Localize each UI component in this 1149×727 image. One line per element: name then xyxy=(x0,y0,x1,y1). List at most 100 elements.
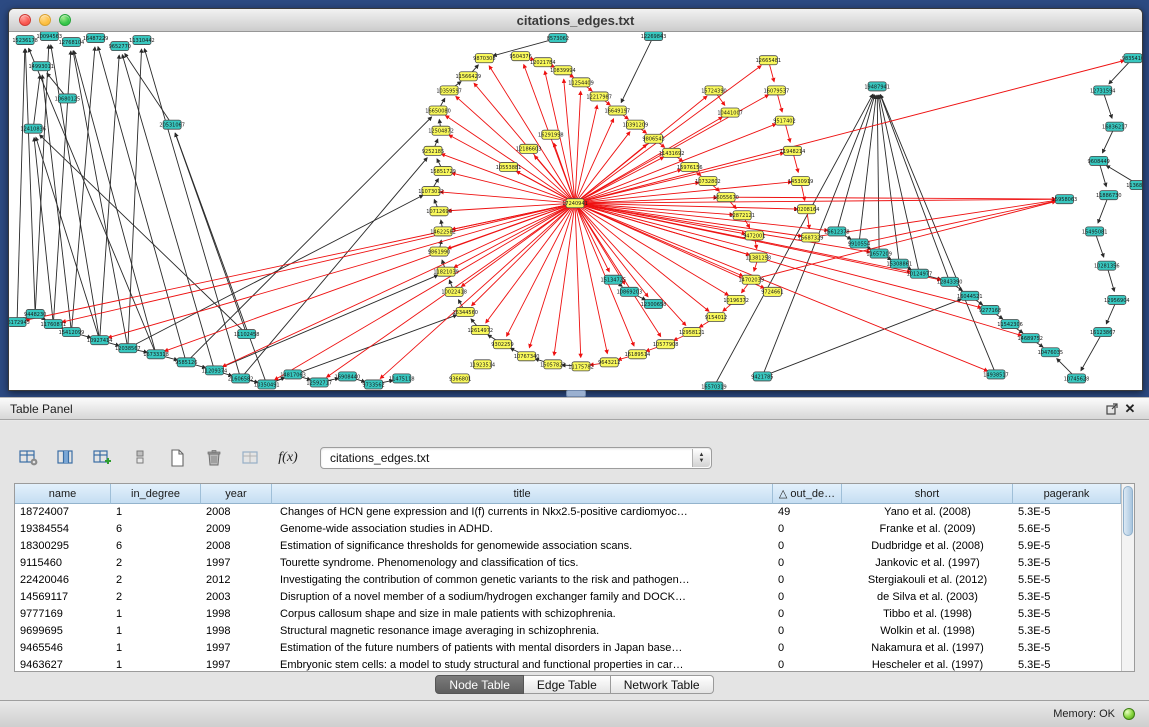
graph-node[interactable]: 14938517 xyxy=(983,370,1009,379)
graph-node[interactable]: 9835410 xyxy=(1122,54,1142,63)
graph-edge[interactable] xyxy=(128,195,423,348)
graph-node[interactable]: 11368292 xyxy=(1126,181,1142,190)
graph-node[interactable]: 9861990 xyxy=(428,247,450,256)
graph-edge[interactable] xyxy=(575,203,941,280)
graph-node[interactable]: 16487229 xyxy=(83,34,109,43)
graph-edge[interactable] xyxy=(621,36,653,102)
graph-node[interactable]: 14689752 xyxy=(1017,334,1043,343)
graph-node[interactable]: 10124977 xyxy=(907,269,933,278)
graph-node[interactable]: 11381258 xyxy=(746,253,772,262)
graph-node[interactable]: 12768104 xyxy=(59,38,85,47)
graph-node[interactable]: 11254409 xyxy=(568,78,594,87)
graph-node[interactable]: 10350491 xyxy=(254,380,280,389)
graph-node[interactable]: 12956904 xyxy=(1104,295,1130,304)
graph-node[interactable]: 15057822 xyxy=(540,360,566,369)
graph-node[interactable]: 9870308 xyxy=(473,54,495,63)
graph-node[interactable]: 14817063 xyxy=(280,370,306,379)
graph-node[interactable]: 10927414 xyxy=(87,336,113,345)
graph-edge[interactable] xyxy=(35,45,49,314)
graph-node[interactable]: 10767340 xyxy=(514,352,540,361)
graph-node[interactable]: 12038567 xyxy=(115,344,141,353)
minimize-window-button[interactable] xyxy=(39,14,51,26)
graph-node[interactable]: 15958063 xyxy=(1052,195,1078,204)
graph-edge[interactable] xyxy=(440,192,575,203)
graph-edge[interactable] xyxy=(175,133,247,334)
graph-node[interactable]: 9252185 xyxy=(422,146,444,155)
graph-edge[interactable] xyxy=(108,203,575,337)
graph-edge[interactable] xyxy=(452,173,575,203)
graph-edge[interactable] xyxy=(575,157,664,203)
graph-node[interactable]: 17240941 xyxy=(562,199,588,208)
graph-edge[interactable] xyxy=(29,48,156,354)
graph-edge[interactable] xyxy=(516,171,575,203)
close-panel-icon[interactable]: ✕ xyxy=(1121,401,1139,417)
graph-edge[interactable] xyxy=(51,45,100,340)
graph-node[interactable]: 12021784 xyxy=(530,58,556,67)
graph-node[interactable]: 10712690 xyxy=(426,207,452,216)
graph-edge[interactable] xyxy=(122,55,214,371)
graph-edge[interactable] xyxy=(36,137,100,340)
table-row[interactable]: 1456911722003Disruption of a novel membe… xyxy=(15,589,1134,606)
tab-edge-table[interactable]: Edge Table xyxy=(524,675,611,694)
network-canvas[interactable]: 1724094195043761202178410839994112544091… xyxy=(9,32,1142,391)
graph-node[interactable]: 15495081 xyxy=(1082,227,1108,236)
graph-edge[interactable] xyxy=(762,299,961,376)
column-header-in_degree[interactable]: in_degree xyxy=(111,484,201,504)
graph-node[interactable]: 11431692 xyxy=(659,148,685,157)
graph-node[interactable]: 16189514 xyxy=(625,350,651,359)
table-row[interactable]: 1872400712008Changes of HCN gene express… xyxy=(15,504,1134,521)
graph-edge[interactable] xyxy=(17,49,25,322)
zoom-window-button[interactable] xyxy=(59,14,71,26)
vertical-scrollbar[interactable] xyxy=(1121,484,1134,671)
edit-columns-icon[interactable] xyxy=(90,445,116,471)
graph-node[interactable]: 16649197 xyxy=(605,106,631,115)
graph-node[interactable]: 10281356 xyxy=(1094,261,1120,270)
graph-node[interactable]: 21606582 xyxy=(228,374,254,383)
tab-node-table[interactable]: Node Table xyxy=(435,675,524,694)
graph-node[interactable]: 9517402 xyxy=(773,116,795,125)
float-panel-icon[interactable] xyxy=(1103,401,1121,417)
graph-node[interactable]: 9154012 xyxy=(705,312,727,321)
graph-edge[interactable] xyxy=(881,95,996,375)
table-selector[interactable]: citations_edges.txt ▲▼ xyxy=(320,447,712,469)
graph-node[interactable]: 16291998 xyxy=(538,130,564,139)
graph-node[interactable]: 10476035 xyxy=(1038,348,1064,357)
graph-edge[interactable] xyxy=(186,117,431,362)
graph-node[interactable]: 11073012 xyxy=(418,187,444,196)
graph-node[interactable]: 12186603 xyxy=(516,144,542,153)
graph-node[interactable]: 12592717 xyxy=(306,378,332,387)
graph-node[interactable]: 12731594 xyxy=(1090,86,1116,95)
table-row[interactable]: 1938455462009Genome-wide association stu… xyxy=(15,521,1134,538)
table-row[interactable]: 969969511998Structural magnetic resonanc… xyxy=(15,623,1134,640)
graph-edge[interactable] xyxy=(575,66,761,204)
graph-node[interactable]: 9277168 xyxy=(979,305,1001,314)
graph-edge[interactable] xyxy=(33,75,40,128)
graph-edge[interactable] xyxy=(446,116,575,204)
graph-node[interactable]: 16172945 xyxy=(9,318,30,327)
new-document-icon[interactable] xyxy=(164,445,190,471)
graph-node[interactable]: 11657209 xyxy=(866,249,892,258)
graph-edge[interactable] xyxy=(100,55,120,340)
graph-edge[interactable] xyxy=(859,95,876,243)
graph-edge[interactable] xyxy=(40,135,247,334)
row-options-icon[interactable] xyxy=(127,445,153,471)
graph-node[interactable]: 9806543 xyxy=(642,134,664,143)
graph-node[interactable]: 16612378 xyxy=(824,227,850,236)
graph-node[interactable]: 9472001 xyxy=(743,231,765,240)
show-columns-icon[interactable] xyxy=(53,445,79,471)
graph-edge[interactable] xyxy=(837,95,875,231)
graph-node[interactable]: 15308861 xyxy=(887,259,913,268)
graph-node[interactable]: 14993011 xyxy=(28,62,54,71)
graph-edge[interactable] xyxy=(877,95,879,253)
graph-node[interactable]: 10196372 xyxy=(723,295,749,304)
graph-node[interactable]: 11923514 xyxy=(470,360,496,369)
graph-node[interactable]: 15412099 xyxy=(59,328,85,337)
graph-edge[interactable] xyxy=(554,203,575,355)
graph-edge[interactable] xyxy=(575,117,722,203)
graph-node[interactable]: 15724390 xyxy=(701,86,727,95)
graph-node[interactable]: 11310442 xyxy=(129,36,155,45)
graph-edge[interactable] xyxy=(529,203,575,347)
graph-node[interactable]: 10577908 xyxy=(653,340,679,349)
graph-node[interactable]: 9302259 xyxy=(491,340,513,349)
import-table-icon[interactable] xyxy=(238,445,264,471)
